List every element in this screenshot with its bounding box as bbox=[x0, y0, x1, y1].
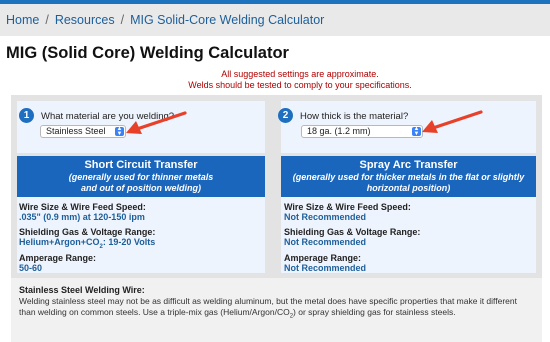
short-circuit-subtitle-1: (generally used for thinner metals bbox=[68, 172, 214, 182]
shielding-gas-value: Not Recommended bbox=[284, 237, 367, 247]
wire-info-body: Welding stainless steel may not be as di… bbox=[19, 296, 517, 320]
breadcrumb-current-link[interactable]: MIG Solid-Core Welding Calculator bbox=[130, 13, 324, 27]
spray-arc-card: Wire Size & Wire Feed Speed: Not Recomme… bbox=[281, 197, 536, 273]
red-arrow-icon bbox=[126, 111, 187, 134]
spray-arc-subtitle-1: (generally used for thicker metals in th… bbox=[292, 172, 525, 182]
thickness-select-value: 18 ga. (1.2 mm) bbox=[307, 126, 371, 136]
wire-size-value: Not Recommended bbox=[284, 212, 367, 222]
disclaimer-line-2: Welds should be tested to comply to your… bbox=[188, 80, 412, 90]
breadcrumb-resources-link[interactable]: Resources bbox=[55, 13, 115, 27]
shielding-gas-value: Helium+Argon+CO2: 19-20 Volts bbox=[19, 237, 156, 250]
page-title: MIG (Solid Core) Welding Calculator bbox=[6, 44, 289, 62]
amperage-label: Amperage Range: bbox=[284, 253, 362, 263]
thickness-select[interactable]: 18 ga. (1.2 mm) ▲ ▼ bbox=[301, 125, 423, 138]
wire-size-label: Wire Size & Wire Feed Speed: bbox=[284, 202, 411, 212]
material-select-value: Stainless Steel bbox=[46, 126, 106, 136]
step-1-badge: 1 bbox=[19, 108, 34, 123]
breadcrumb-separator: / bbox=[45, 13, 49, 27]
shielding-gas-label: Shielding Gas & Voltage Range: bbox=[284, 227, 421, 237]
material-select[interactable]: Stainless Steel ▲ ▼ bbox=[40, 125, 126, 138]
amperage-value: Not Recommended bbox=[284, 263, 367, 273]
spray-arc-subtitle-2: horizontal position) bbox=[366, 183, 451, 193]
shielding-gas-label: Shielding Gas & Voltage Range: bbox=[19, 227, 156, 237]
short-circuit-subtitle-2: and out of position welding) bbox=[81, 183, 201, 193]
step-2-badge: 2 bbox=[278, 108, 293, 123]
thickness-question: How thick is the material? bbox=[300, 111, 409, 122]
breadcrumb: Home / Resources / MIG Solid-Core Weldin… bbox=[0, 4, 550, 36]
breadcrumb-home-link[interactable]: Home bbox=[6, 13, 39, 27]
amperage-label: Amperage Range: bbox=[19, 253, 97, 263]
spray-arc-header: Spray Arc Transfer (generally used for t… bbox=[281, 156, 536, 197]
spray-arc-title: Spray Arc Transfer bbox=[359, 159, 458, 171]
amperage-value: 50-60 bbox=[19, 263, 43, 273]
short-circuit-card: Wire Size & Wire Feed Speed: .035" (0.9 … bbox=[17, 197, 265, 273]
disclaimer-line-1: All suggested settings are approximate. bbox=[221, 69, 379, 79]
short-circuit-title: Short Circuit Transfer bbox=[84, 159, 198, 171]
wire-info-title: Stainless Steel Welding Wire: bbox=[19, 285, 145, 295]
wire-size-value: .035" (0.9 mm) at 120-150 ipm bbox=[19, 212, 145, 222]
short-circuit-header: Short Circuit Transfer (generally used f… bbox=[17, 156, 265, 197]
breadcrumb-separator: / bbox=[120, 13, 125, 27]
wire-size-label: Wire Size & Wire Feed Speed: bbox=[19, 202, 146, 212]
red-arrow-icon bbox=[422, 110, 483, 133]
disclaimer: All suggested settings are approximate. … bbox=[110, 69, 490, 91]
